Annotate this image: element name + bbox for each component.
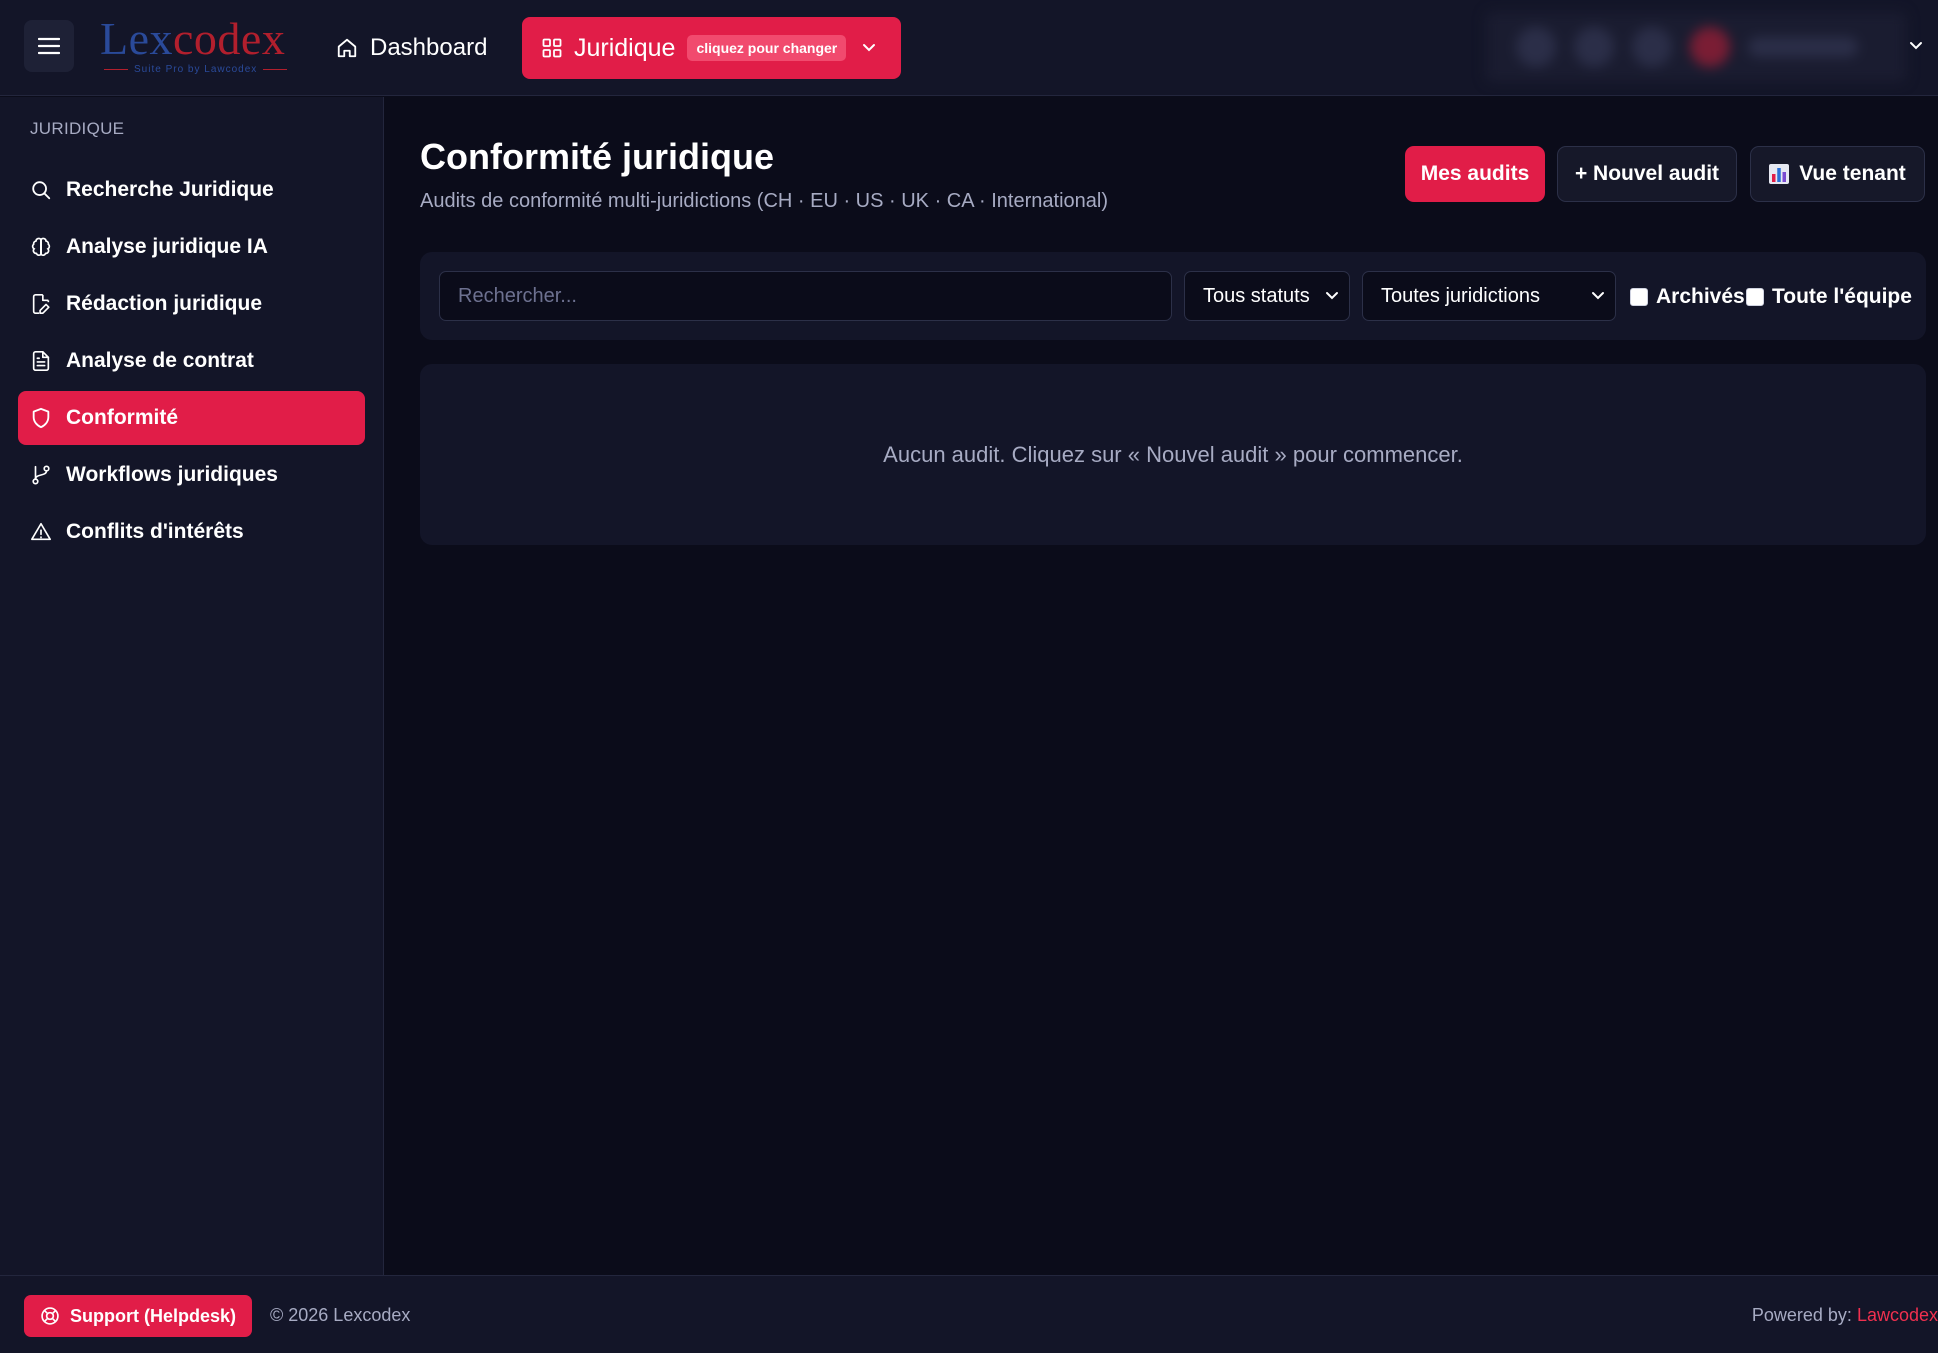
user-menu-chevron-icon[interactable]: [1904, 34, 1928, 58]
logo-tagline-row: Suite Pro by Lawcodex: [100, 64, 300, 75]
sidebar-item-analyse-ia[interactable]: Analyse juridique IA: [18, 220, 365, 274]
sidebar-item-redaction[interactable]: Rédaction juridique: [18, 277, 365, 331]
tenant-view-label: Vue tenant: [1799, 162, 1906, 185]
jurisdiction-select[interactable]: Toutes juridictions: [1362, 271, 1616, 321]
file-pen-icon: [32, 294, 50, 314]
sidebar-item-analyse-contrat[interactable]: Analyse de contrat: [18, 334, 365, 388]
tenant-view-button[interactable]: Vue tenant: [1750, 146, 1925, 202]
redacted-icon: [1632, 27, 1672, 67]
sidebar-item-label: Workflows juridiques: [66, 463, 278, 486]
filter-bar: Tous statuts Toutes juridictions Archivé…: [420, 252, 1926, 340]
whole-team-label: Toute l'équipe: [1772, 285, 1912, 308]
module-switcher[interactable]: Juridique cliquez pour changer: [522, 17, 901, 79]
chevron-down-icon: [862, 43, 876, 53]
sidebar-item-recherche-juridique[interactable]: Recherche Juridique: [18, 163, 365, 217]
status-select[interactable]: Tous statuts: [1184, 271, 1350, 321]
sidebar-item-label: Rédaction juridique: [66, 292, 263, 315]
dashboard-label: Dashboard: [370, 34, 488, 61]
logo-tagline: Suite Pro by Lawcodex: [134, 64, 258, 75]
jurisdiction-select-value: Toutes juridictions: [1381, 284, 1540, 307]
copyright-text: © 2026 Lexcodex: [270, 1305, 411, 1325]
hamburger-icon: [38, 37, 60, 55]
sidebar: JURIDIQUE Recherche Juridique Analyse ju…: [0, 97, 384, 1275]
archived-checkbox[interactable]: Archivés: [1630, 282, 1745, 312]
sidebar-item-workflows[interactable]: Workflows juridiques: [18, 448, 365, 502]
sidebar-item-conformite[interactable]: Conformité: [18, 391, 365, 445]
status-select-value: Tous statuts: [1203, 284, 1310, 307]
dashboard-link[interactable]: Dashboard: [336, 26, 487, 70]
sidebar-section-title: JURIDIQUE: [30, 119, 125, 138]
powered-by: Powered by: Lawcodex: [1752, 1305, 1938, 1326]
search-icon: [32, 181, 51, 200]
logo[interactable]: Lexcodex Suite Pro by Lawcodex: [100, 16, 300, 76]
support-helpdesk-button[interactable]: Support (Helpdesk): [24, 1295, 252, 1337]
logo-wordmark: Lexcodex: [100, 16, 300, 62]
brain-icon: [31, 237, 51, 257]
new-audit-label: + Nouvel audit: [1574, 162, 1720, 185]
logo-divider-right: [263, 69, 288, 70]
lifebuoy-icon: [41, 1307, 59, 1325]
redacted-icon: [1574, 27, 1614, 67]
bar-chart-icon: [1769, 164, 1790, 184]
logo-divider-left: [104, 69, 128, 70]
sidebar-item-label: Conflits d'intérêts: [66, 520, 244, 543]
my-audits-button[interactable]: Mes audits: [1405, 146, 1545, 202]
whole-team-checkbox-box[interactable]: [1746, 288, 1764, 306]
sidebar-item-label: Analyse juridique IA: [66, 235, 268, 258]
footer: Support (Helpdesk) © 2026 Lexcodex Power…: [0, 1275, 1938, 1353]
top-bar: Lexcodex Suite Pro by Lawcodex Dashboard…: [0, 0, 1938, 96]
page-subtitle: Audits de conformité multi-juridictions …: [420, 190, 1108, 212]
archived-label: Archivés: [1656, 285, 1745, 308]
redacted-avatar: [1516, 27, 1556, 67]
powered-by-brand-link[interactable]: Lawcodex: [1857, 1305, 1938, 1325]
home-icon: [337, 38, 357, 58]
new-audit-button[interactable]: + Nouvel audit: [1557, 146, 1737, 202]
audits-empty-state: Aucun audit. Cliquez sur « Nouvel audit …: [420, 364, 1926, 545]
logo-part-lex: Lex: [100, 13, 174, 64]
module-hint-badge: cliquez pour changer: [687, 35, 847, 61]
warning-icon: [31, 522, 51, 541]
redacted-username: [1748, 37, 1858, 57]
git-branch-icon: [32, 465, 50, 485]
chevron-down-icon: [1326, 292, 1338, 300]
whole-team-checkbox[interactable]: Toute l'équipe: [1746, 282, 1912, 312]
grid-icon: [542, 38, 562, 58]
user-menu-redacted[interactable]: [1486, 12, 1906, 82]
sidebar-item-conflits[interactable]: Conflits d'intérêts: [18, 505, 365, 559]
logo-part-codex: codex: [173, 13, 286, 64]
support-label: Support (Helpdesk): [69, 1305, 236, 1326]
shield-icon: [32, 407, 50, 429]
page-title: Conformité juridique: [420, 136, 774, 177]
search-input[interactable]: [439, 271, 1172, 321]
my-audits-label: Mes audits: [1420, 162, 1530, 185]
file-text-icon: [32, 351, 50, 371]
module-label: Juridique: [574, 33, 676, 62]
sidebar-item-label: Recherche Juridique: [66, 178, 274, 201]
redacted-badge: [1690, 27, 1730, 67]
empty-state-message: Aucun audit. Cliquez sur « Nouvel audit …: [883, 441, 1463, 467]
sidebar-item-label: Analyse de contrat: [66, 349, 254, 372]
powered-by-prefix: Powered by:: [1751, 1305, 1852, 1325]
sidebar-item-label: Conformité: [66, 406, 178, 429]
chevron-down-icon: [1592, 292, 1604, 300]
archived-checkbox-box[interactable]: [1630, 288, 1648, 306]
menu-toggle-button[interactable]: [24, 20, 74, 72]
